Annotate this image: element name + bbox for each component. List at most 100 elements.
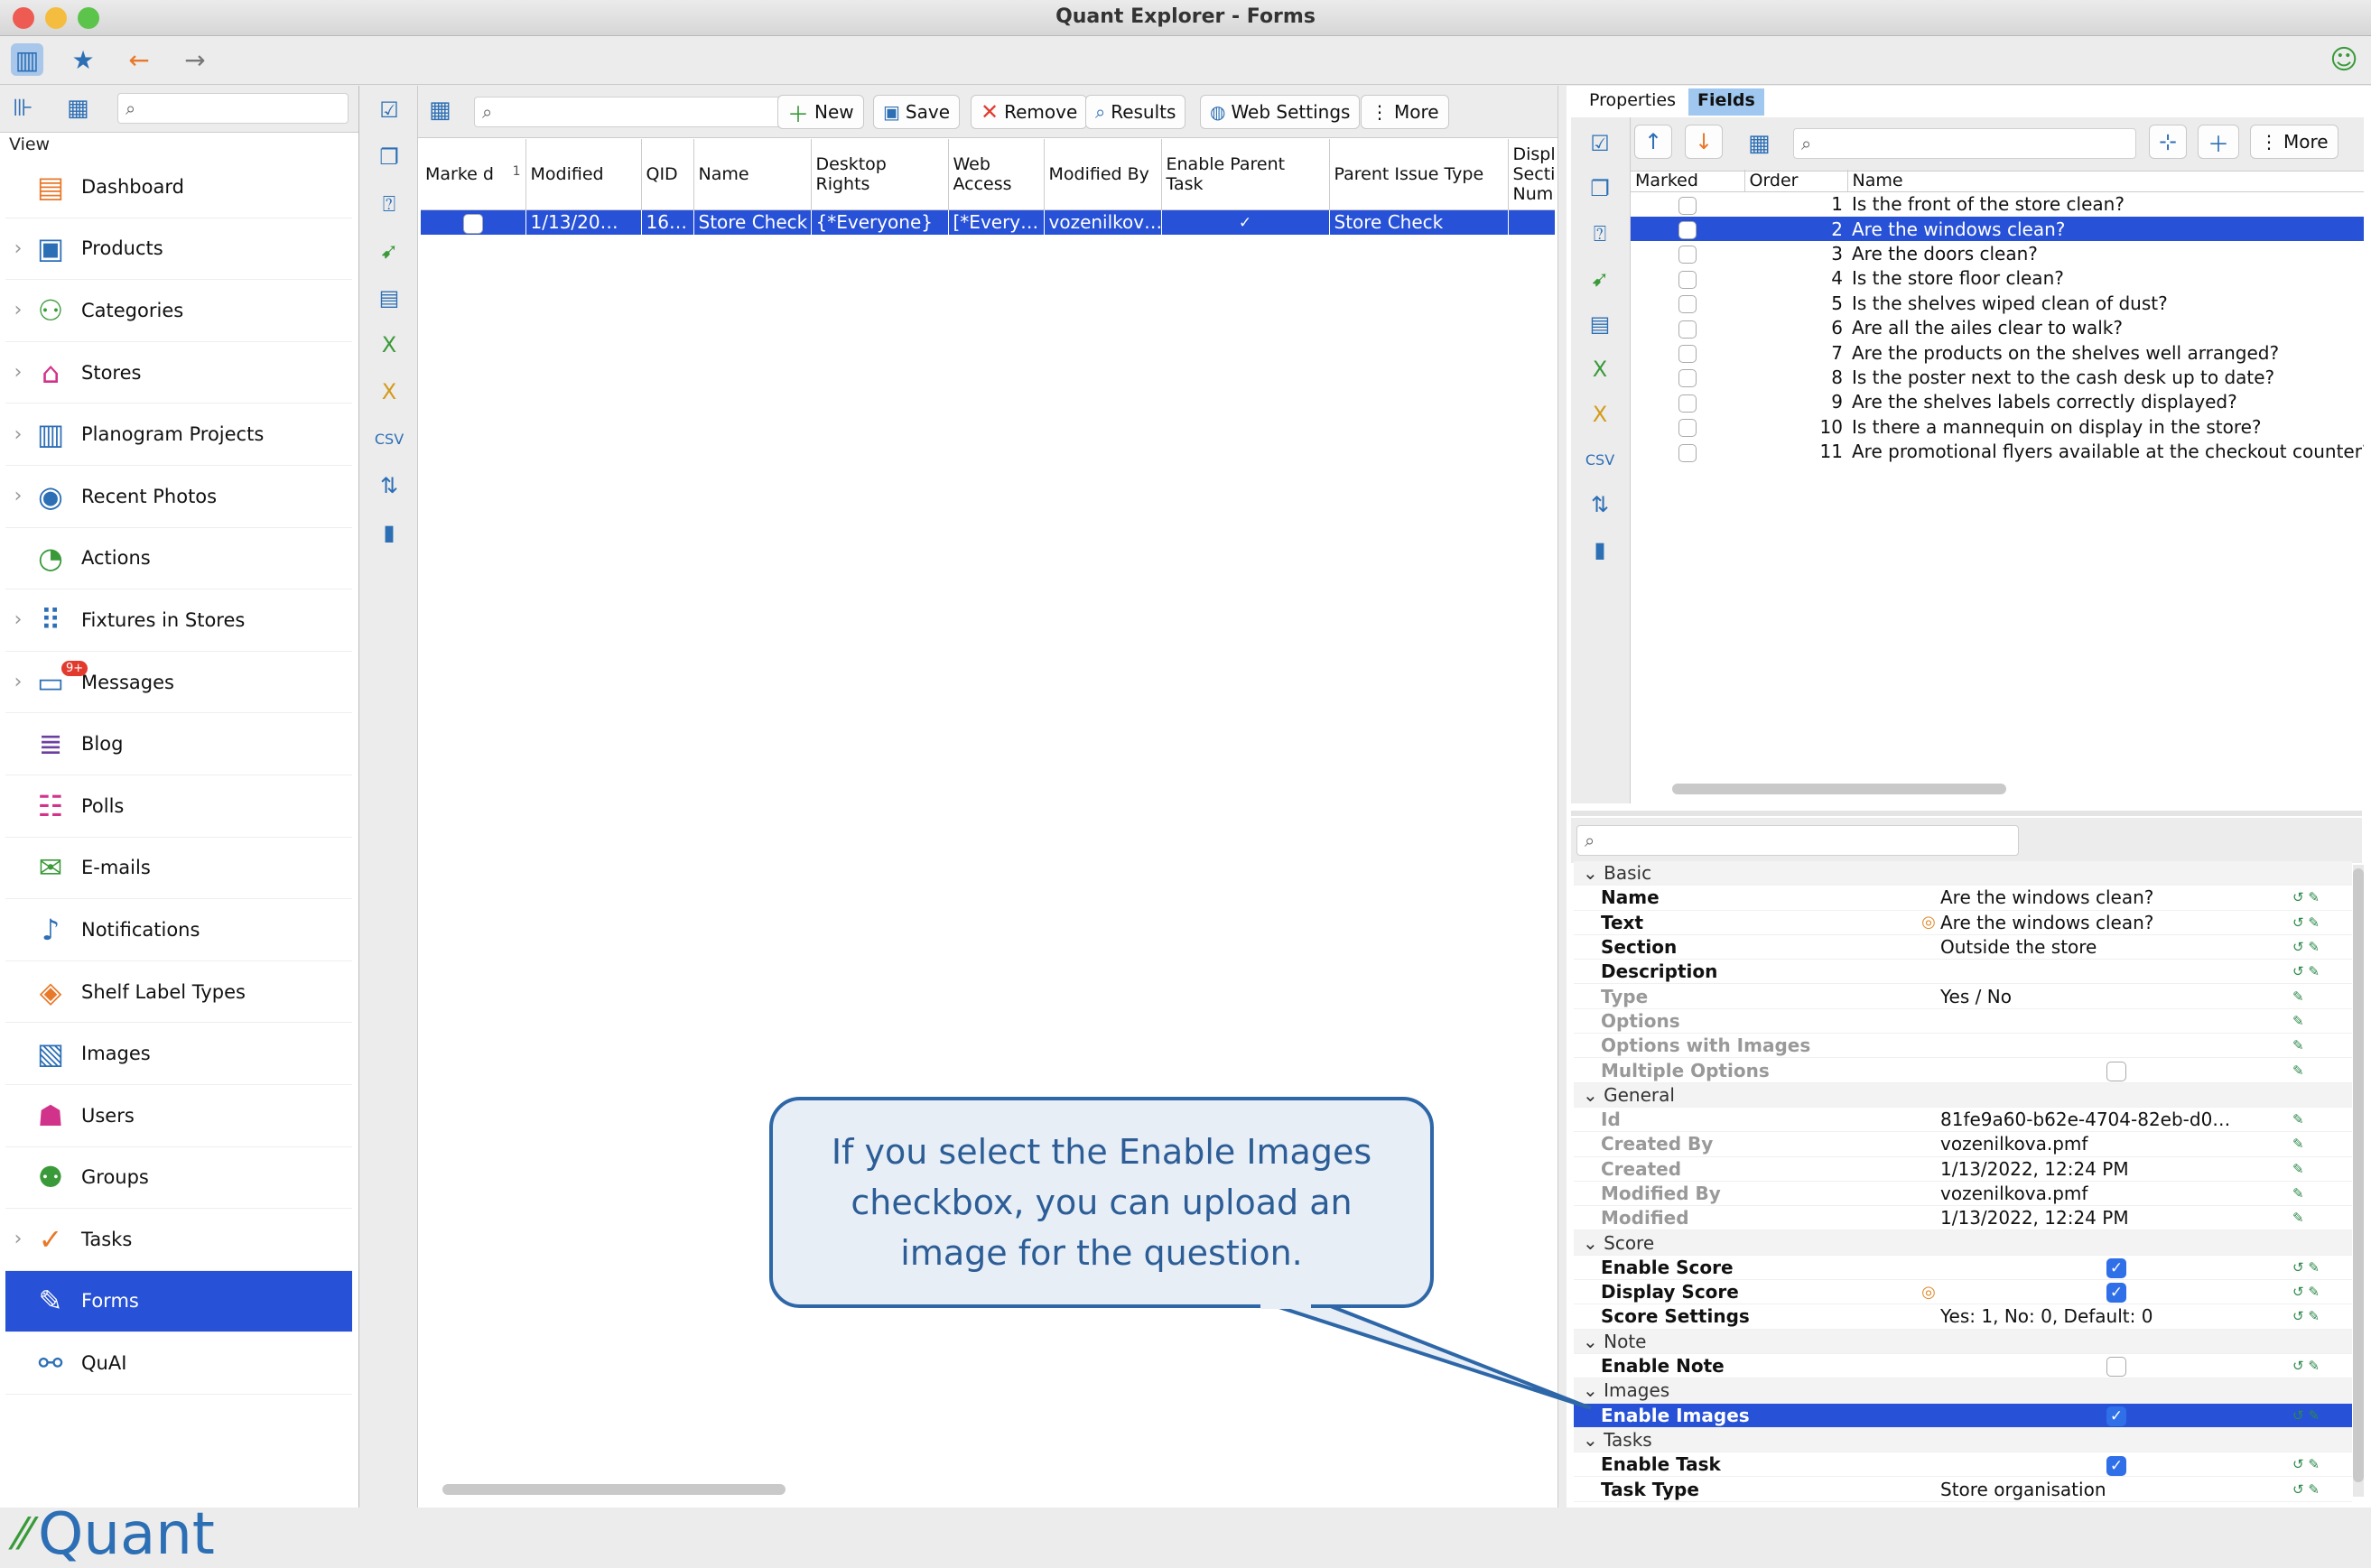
property-actions-icon[interactable]: ↺ ✎ <box>2292 889 2347 905</box>
sidebar-item-fixtures-in-stores[interactable]: › ⠿ Fixtures in Stores <box>5 589 352 652</box>
field-marked-checkbox[interactable] <box>1678 246 1697 264</box>
field-marked-checkbox[interactable] <box>1678 394 1697 413</box>
prop-description-row[interactable]: Description ↺ ✎ <box>1574 960 2352 985</box>
chevron-down-icon[interactable]: ⌄ <box>1583 1379 1604 1401</box>
chevron-right-icon[interactable]: › <box>5 361 31 384</box>
zoom-window-button[interactable] <box>78 7 99 29</box>
prop-options-with-images-row[interactable]: Options with Images ✎ <box>1574 1034 2352 1059</box>
prop-task-type-value[interactable]: Store organisation <box>1940 1479 2292 1500</box>
list-item[interactable]: 8 Is the poster next to the cash desk up … <box>1631 365 2364 389</box>
chevron-right-icon[interactable]: › <box>5 485 31 507</box>
prop-type-value[interactable]: Yes / No <box>1940 986 2292 1007</box>
vertical-splitter[interactable] <box>1571 811 2362 816</box>
sidebar-item-blog[interactable]: ≣ Blog <box>5 713 352 775</box>
prop-task-type-row[interactable]: Task Type Store organisation ↺ ✎ <box>1574 1477 2352 1502</box>
prop-type-row[interactable]: Type Yes / No ✎ <box>1574 984 2352 1009</box>
prop-created-by-value[interactable]: vozenilkova.pmf <box>1940 1133 2292 1155</box>
bar-chart-icon[interactable]: ▮ <box>1585 534 1615 565</box>
properties-scrollbar-thumb[interactable] <box>2353 868 2364 1482</box>
excel-export-icon[interactable]: X <box>1585 354 1615 385</box>
prop-multiple-options-checkbox[interactable] <box>2106 1061 2126 1081</box>
col-order[interactable]: Order <box>1744 170 1848 192</box>
prop-enable-score-checkbox[interactable]: ✓ <box>2106 1258 2126 1279</box>
property-actions-icon[interactable]: ↺ ✎ <box>2292 1259 2347 1276</box>
excel-import-icon[interactable]: X <box>1585 399 1615 430</box>
property-actions-icon[interactable]: ↺ ✎ <box>2292 1407 2347 1424</box>
chevron-down-icon[interactable]: ⌄ <box>1583 862 1604 884</box>
pointer-select-icon[interactable]: ➹ <box>1585 264 1615 294</box>
list-item[interactable]: 5 Is the shelves wiped clean of dust? <box>1631 291 2364 315</box>
excel-import-icon[interactable]: X <box>374 376 404 407</box>
property-actions-icon[interactable]: ↺ ✎ <box>2292 914 2347 931</box>
pane-splitter[interactable] <box>1557 86 1567 1508</box>
table-settings-icon[interactable]: ▦ <box>429 97 451 124</box>
sidebar-item-polls[interactable]: ☷ Polls <box>5 775 352 838</box>
copy-icon[interactable]: ❐ <box>374 142 404 172</box>
prop-enable-images-row[interactable]: Enable Images ✓ ↺ ✎ <box>1574 1403 2352 1428</box>
prop-display-score-row[interactable]: Display Score ◎ ✓ ↺ ✎ <box>1574 1280 2352 1305</box>
prop-modified-by-value[interactable]: vozenilkova.pmf <box>1940 1183 2292 1204</box>
mark-check-icon[interactable]: ☑ <box>1585 128 1615 159</box>
transfer-icon[interactable]: ⇅ <box>1585 489 1615 520</box>
field-marked-checkbox[interactable] <box>1678 221 1697 240</box>
col-desktop-rights[interactable]: Desktop Rights <box>811 139 949 210</box>
sidebar-item-users[interactable]: ☗ Users <box>5 1085 352 1147</box>
property-actions-icon[interactable]: ✎ <box>2292 1013 2347 1029</box>
prop-text-row[interactable]: Text ◎ Are the windows clean? ↺ ✎ <box>1574 911 2352 935</box>
prop-section-value[interactable]: Outside the store <box>1940 936 2292 958</box>
prop-enable-images-checkbox[interactable]: ✓ <box>2106 1406 2126 1426</box>
property-actions-icon[interactable]: ↺ ✎ <box>2292 1284 2347 1300</box>
prop-modified-by-row[interactable]: Modified By vozenilkova.pmf ✎ <box>1574 1182 2352 1207</box>
bar-chart-icon[interactable]: ▮ <box>374 517 404 548</box>
property-actions-icon[interactable]: ↺ ✎ <box>2292 939 2347 955</box>
table-settings-icon[interactable]: ▦ <box>1748 130 1771 157</box>
properties-scrollbar-track[interactable] <box>2353 865 2364 1497</box>
status-smiley-icon[interactable]: ☺ <box>2328 43 2360 76</box>
list-item[interactable]: 7 Are the products on the shelves well ar… <box>1631 340 2364 365</box>
forms-search-input[interactable]: ⌕ <box>474 97 817 127</box>
property-actions-icon[interactable]: ↺ ✎ <box>2292 1456 2347 1472</box>
sidebar-toggle-icon[interactable]: ▥ <box>11 43 43 76</box>
list-item[interactable]: 4 Is the store floor clean? <box>1631 266 2364 291</box>
chevron-down-icon[interactable]: ⌄ <box>1583 1084 1604 1106</box>
move-down-arrow-icon[interactable]: ↓ <box>1685 125 1724 159</box>
sidebar-item-categories[interactable]: › ⚇ Categories <box>5 280 352 342</box>
property-actions-icon[interactable]: ↺ ✎ <box>2292 1358 2347 1374</box>
help-doc-icon[interactable]: ⍰ <box>374 189 404 219</box>
col-displ-sectic-numb[interactable]: Displ Sectic Numb <box>1508 139 1555 210</box>
transfer-icon[interactable]: ⇅ <box>374 470 404 501</box>
list-item[interactable]: 1 Is the front of the store clean? <box>1631 192 2364 217</box>
sidebar-item-planogram-projects[interactable]: › ▥ Planogram Projects <box>5 404 352 466</box>
help-doc-icon[interactable]: ⍰ <box>1585 218 1615 249</box>
property-actions-icon[interactable]: ✎ <box>2292 1062 2347 1079</box>
chevron-right-icon[interactable]: › <box>5 299 31 321</box>
prop-score-settings-value[interactable]: Yes: 1, No: 0, Default: 0 <box>1940 1305 2292 1327</box>
property-actions-icon[interactable]: ✎ <box>2292 1161 2347 1177</box>
add-field-before-icon[interactable]: ⊹ <box>2149 125 2188 159</box>
prop-name-value[interactable]: Are the windows clean? <box>1940 886 2292 908</box>
nav-columns-icon[interactable]: ▦ <box>67 95 89 122</box>
copy-icon[interactable]: ❐ <box>1585 173 1615 204</box>
field-marked-checkbox[interactable] <box>1678 443 1697 462</box>
section-general[interactable]: ⌄ General <box>1574 1082 2352 1108</box>
sidebar-item-shelf-label-types[interactable]: ◈ Shelf Label Types <box>5 961 352 1024</box>
list-item[interactable]: 10 Is there a mannequin on display in the… <box>1631 414 2364 439</box>
property-actions-icon[interactable]: ✎ <box>2292 988 2347 1005</box>
fields-search-input[interactable]: ⌕ <box>1793 128 2136 159</box>
pointer-select-icon[interactable]: ➹ <box>374 236 404 266</box>
section-images[interactable]: ⌄ Images <box>1574 1378 2352 1404</box>
field-marked-checkbox[interactable] <box>1678 270 1697 289</box>
new-button[interactable]: ＋ New <box>777 95 864 129</box>
prop-created-value[interactable]: 1/13/2022, 12:24 PM <box>1940 1158 2292 1180</box>
favorites-star-icon[interactable]: ★ <box>67 43 99 76</box>
nav-tree-icon[interactable]: ⊪ <box>13 95 33 122</box>
col-modified-by[interactable]: Modified By <box>1044 139 1162 210</box>
sidebar-item-messages[interactable]: › ▭ Messages 9+ <box>5 652 352 714</box>
web-settings-button[interactable]: ◍ Web Settings <box>1200 95 1361 129</box>
close-window-button[interactable] <box>13 7 34 29</box>
prop-score-settings-row[interactable]: Score Settings Yes: 1, No: 0, Default: 0 ↺… <box>1574 1304 2352 1330</box>
sidebar-item-forms[interactable]: ✎ Forms <box>5 1270 352 1333</box>
list-item[interactable]: 9 Are the shelves labels correctly displa… <box>1631 390 2364 414</box>
chevron-right-icon[interactable]: › <box>5 608 31 631</box>
property-actions-icon[interactable]: ✎ <box>2292 1185 2347 1202</box>
